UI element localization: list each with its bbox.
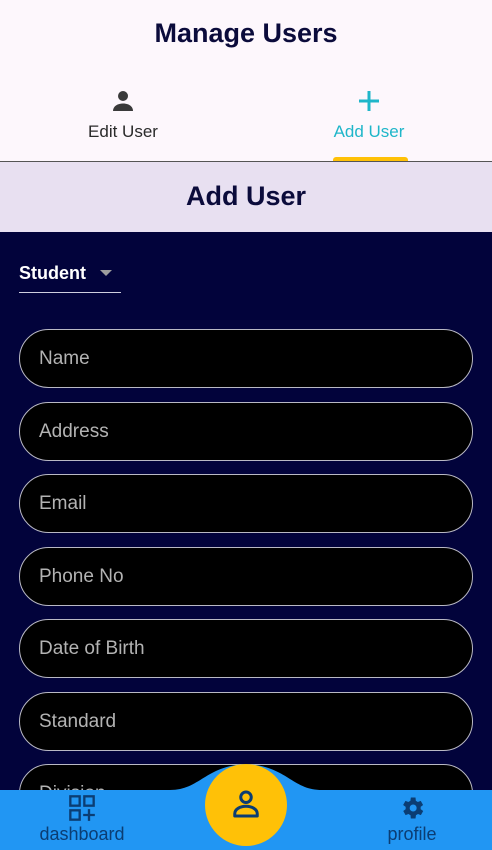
- tab-label: Edit User: [88, 122, 158, 141]
- role-dropdown[interactable]: Student: [19, 260, 121, 293]
- add-user-form: Student Name Address Email Phone No Date…: [0, 232, 492, 792]
- section-title: Add User: [185, 181, 307, 211]
- phone-field[interactable]: Phone No: [19, 547, 473, 606]
- user-icon: [233, 790, 259, 818]
- date-of-birth-field[interactable]: Date of Birth: [19, 619, 473, 678]
- nav-label: dashboard: [39, 824, 125, 844]
- field-placeholder: Phone No: [39, 566, 124, 587]
- field-placeholder: Standard: [39, 711, 117, 732]
- plus-icon: [359, 91, 379, 111]
- nav-profile[interactable]: profile: [332, 792, 492, 845]
- tab-edit-user[interactable]: Edit User: [0, 86, 246, 162]
- field-placeholder: Name: [39, 348, 90, 369]
- person-icon: [113, 91, 133, 111]
- page-title: Manage Users: [154, 18, 338, 48]
- tab-add-user[interactable]: Add User: [246, 86, 492, 162]
- caret-down-icon: [100, 270, 112, 276]
- address-field[interactable]: Address: [19, 402, 473, 461]
- email-field[interactable]: Email: [19, 474, 473, 533]
- standard-field[interactable]: Standard: [19, 692, 473, 751]
- center-user-button[interactable]: [205, 764, 287, 846]
- tab-label: Add User: [333, 122, 405, 141]
- role-selected: Student: [19, 263, 86, 283]
- nav-label: profile: [387, 824, 437, 844]
- dashboard-add-icon: [69, 795, 95, 821]
- gear-icon: [403, 797, 424, 819]
- nav-dashboard[interactable]: dashboard: [2, 792, 162, 845]
- field-placeholder: Address: [39, 421, 109, 442]
- name-field[interactable]: Name: [19, 329, 473, 388]
- field-placeholder: Date of Birth: [39, 638, 145, 659]
- field-placeholder: Email: [39, 493, 87, 514]
